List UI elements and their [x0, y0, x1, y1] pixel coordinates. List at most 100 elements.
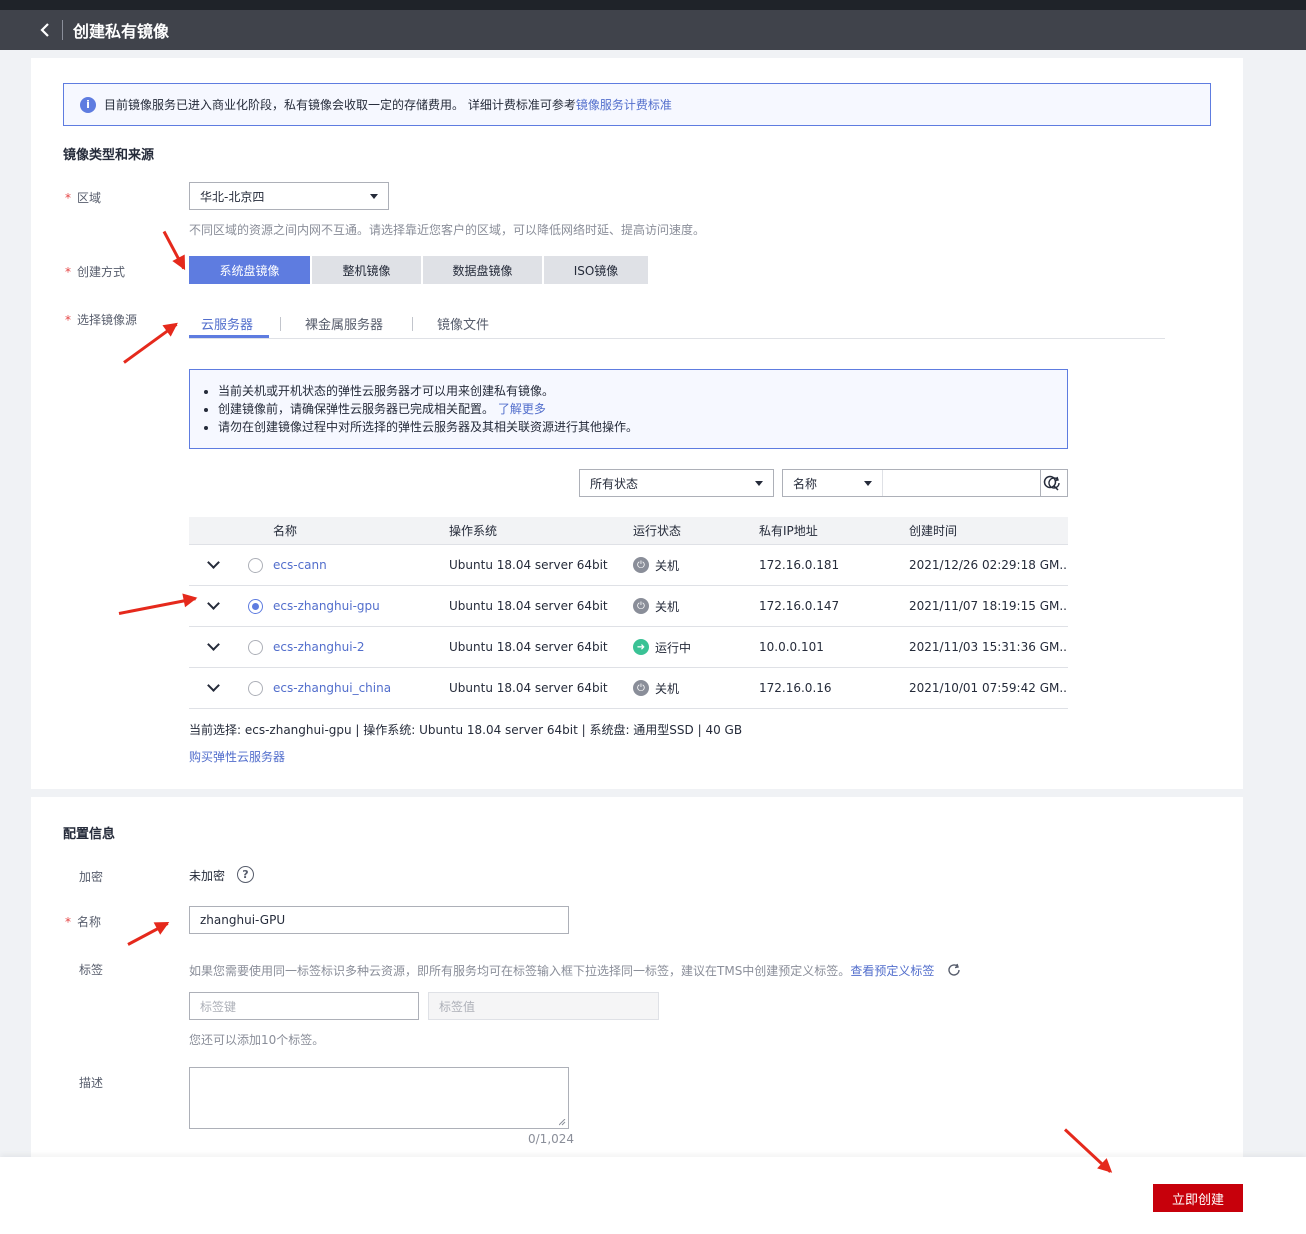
server-created-time: 2021/11/03 15:31:36 GM...	[909, 640, 1068, 654]
name-label: * 名称	[65, 915, 102, 929]
header-divider	[62, 20, 63, 40]
image-source-label: * 选择镜像源	[65, 313, 138, 327]
chevron-down-icon	[755, 480, 763, 486]
resize-handle-icon[interactable]	[559, 1119, 566, 1126]
server-ip: 172.16.0.16	[759, 681, 832, 695]
column-header-status: 运行状态	[633, 524, 682, 538]
source-notes: 当前关机或开机状态的弹性云服务器才可以用来创建私有镜像。 创建镜像前，请确保弹性…	[189, 369, 1068, 449]
note-item: 当前关机或开机状态的弹性云服务器才可以用来创建私有镜像。	[218, 382, 1067, 400]
row-radio[interactable]	[247, 639, 263, 655]
power-off-icon: ⏻	[633, 680, 649, 696]
server-os: Ubuntu 18.04 server 64bit	[449, 599, 608, 613]
power-off-icon: ⏻	[633, 598, 649, 614]
row-radio[interactable]	[247, 680, 263, 696]
tab-image-file[interactable]: 镜像文件	[437, 314, 489, 333]
refresh-button[interactable]	[1040, 469, 1068, 497]
server-created-time: 2021/11/07 18:19:15 GM...	[909, 599, 1068, 613]
create-method-label: * 创建方式	[65, 265, 126, 279]
page-title: 创建私有镜像	[73, 22, 170, 41]
method-data-disk-button[interactable]: 数据盘镜像	[423, 256, 542, 284]
power-off-icon: ⏻	[633, 557, 649, 573]
top-strip	[0, 0, 1306, 10]
server-ip: 172.16.0.181	[759, 558, 840, 572]
table-row[interactable]: ecs-zhanghui-gpu Ubuntu 18.04 server 64b…	[189, 586, 1068, 627]
description-textarea[interactable]	[189, 1067, 569, 1129]
predefined-tags-link[interactable]: 查看预定义标签	[850, 964, 934, 978]
running-icon: ➜	[633, 639, 649, 655]
tag-value-input[interactable]: 标签值	[428, 992, 659, 1020]
section-title-config: 配置信息	[63, 827, 116, 842]
column-header-os: 操作系统	[449, 524, 498, 538]
refresh-icon[interactable]	[947, 963, 961, 980]
server-os: Ubuntu 18.04 server 64bit	[449, 640, 608, 654]
search-box: 名称	[782, 469, 1068, 497]
server-status: 关机	[655, 681, 680, 696]
row-radio[interactable]	[247, 557, 263, 573]
expand-chevron-icon[interactable]	[206, 679, 220, 692]
billing-notice-text: 目前镜像服务已进入商业化阶段，私有镜像会收取一定的存储费用。 详细计费标准可参考	[104, 98, 576, 112]
server-ip: 10.0.0.101	[759, 640, 824, 654]
table-header: 名称 操作系统 运行状态 私有IP地址 创建时间	[189, 517, 1068, 545]
tab-separator	[412, 317, 413, 331]
active-tab-indicator	[189, 335, 269, 338]
billing-notice: i 目前镜像服务已进入商业化阶段，私有镜像会收取一定的存储费用。 详细计费标准可…	[63, 83, 1211, 126]
server-status: 运行中	[655, 640, 692, 655]
config-card: 配置信息 加密 未加密 ? * 名称 zhanghui-GPU 标签 如果您需要使…	[31, 797, 1243, 1157]
tags-hint: 如果您需要使用同一标签标识多种云资源，即所有服务均可在标签输入框下拉选择同一标签…	[189, 964, 935, 978]
region-select[interactable]: 华北-北京四	[189, 182, 389, 210]
note-item: 创建镜像前，请确保弹性云服务器已完成相关配置。 了解更多	[218, 400, 1067, 418]
help-icon[interactable]: ?	[237, 866, 254, 883]
billing-standard-link[interactable]: 镜像服务计费标准	[576, 96, 672, 113]
current-selection: 当前选择: ecs-zhanghui-gpu | 操作系统: Ubuntu 18…	[189, 723, 743, 737]
expand-chevron-icon[interactable]	[206, 556, 220, 569]
chevron-down-icon	[370, 193, 378, 199]
table-row[interactable]: ecs-zhanghui-2 Ubuntu 18.04 server 64bit…	[189, 627, 1068, 668]
table-row[interactable]: ecs-zhanghui_china Ubuntu 18.04 server 6…	[189, 668, 1068, 709]
encryption-label: 加密	[79, 870, 104, 884]
learn-more-link[interactable]: 了解更多	[498, 402, 546, 416]
status-filter-select[interactable]: 所有状态	[579, 469, 774, 497]
tag-key-placeholder: 标签键	[200, 999, 237, 1014]
info-icon: i	[80, 96, 96, 113]
section-title-source: 镜像类型和来源	[63, 148, 155, 163]
server-os: Ubuntu 18.04 server 64bit	[449, 681, 608, 695]
back-icon[interactable]	[30, 23, 60, 37]
tabs-divider	[189, 338, 1165, 339]
create-now-button[interactable]: 立即创建	[1153, 1184, 1243, 1212]
row-radio-selected[interactable]	[247, 598, 263, 614]
tags-label: 标签	[79, 963, 104, 977]
server-name-link[interactable]: ecs-cann	[273, 558, 449, 572]
name-input-value: zhanghui-GPU	[200, 913, 286, 927]
method-full-machine-button[interactable]: 整机镜像	[312, 256, 421, 284]
server-ip: 172.16.0.147	[759, 599, 840, 613]
tag-key-input[interactable]: 标签键	[189, 992, 419, 1020]
search-input[interactable]	[883, 470, 1035, 496]
method-iso-button[interactable]: ISO镜像	[544, 256, 648, 284]
expand-chevron-icon[interactable]	[206, 597, 220, 610]
server-created-time: 2021/10/01 07:59:42 GM...	[909, 681, 1068, 695]
name-input[interactable]: zhanghui-GPU	[189, 906, 569, 934]
table-row[interactable]: ecs-cann Ubuntu 18.04 server 64bit ⏻ 关机 1…	[189, 545, 1068, 586]
tab-cloud-server[interactable]: 云服务器	[201, 314, 253, 333]
description-counter: 0/1,024	[528, 1132, 575, 1146]
method-system-disk-button[interactable]: 系统盘镜像	[189, 256, 310, 284]
page-header: 创建私有镜像	[0, 10, 1306, 50]
region-value: 华北-北京四	[200, 189, 265, 204]
note-item: 请勿在创建镜像过程中对所选择的弹性云服务器及其相关联资源进行其他操作。	[218, 418, 1067, 436]
server-name-link[interactable]: ecs-zhanghui-2	[273, 640, 449, 654]
server-table: 名称 操作系统 运行状态 私有IP地址 创建时间 ecs-cann Ubuntu…	[189, 517, 1068, 709]
search-field-select[interactable]: 名称	[783, 470, 883, 496]
chevron-down-icon	[864, 480, 872, 486]
server-name-link[interactable]: ecs-zhanghui-gpu	[273, 599, 449, 613]
region-hint: 不同区域的资源之间内网不互通。请选择靠近您客户的区域，可以降低网络时延、提高访问…	[189, 223, 706, 237]
column-header-name: 名称	[273, 524, 298, 538]
server-os: Ubuntu 18.04 server 64bit	[449, 558, 608, 572]
refresh-icon	[1048, 476, 1060, 489]
region-label: * 区域	[65, 191, 102, 205]
server-status: 关机	[655, 558, 680, 573]
tag-value-placeholder: 标签值	[439, 999, 476, 1014]
server-name-link[interactable]: ecs-zhanghui_china	[273, 681, 449, 695]
buy-ecs-link[interactable]: 购买弹性云服务器	[189, 748, 285, 765]
tab-bare-metal[interactable]: 裸金属服务器	[305, 314, 383, 333]
expand-chevron-icon[interactable]	[206, 638, 220, 651]
